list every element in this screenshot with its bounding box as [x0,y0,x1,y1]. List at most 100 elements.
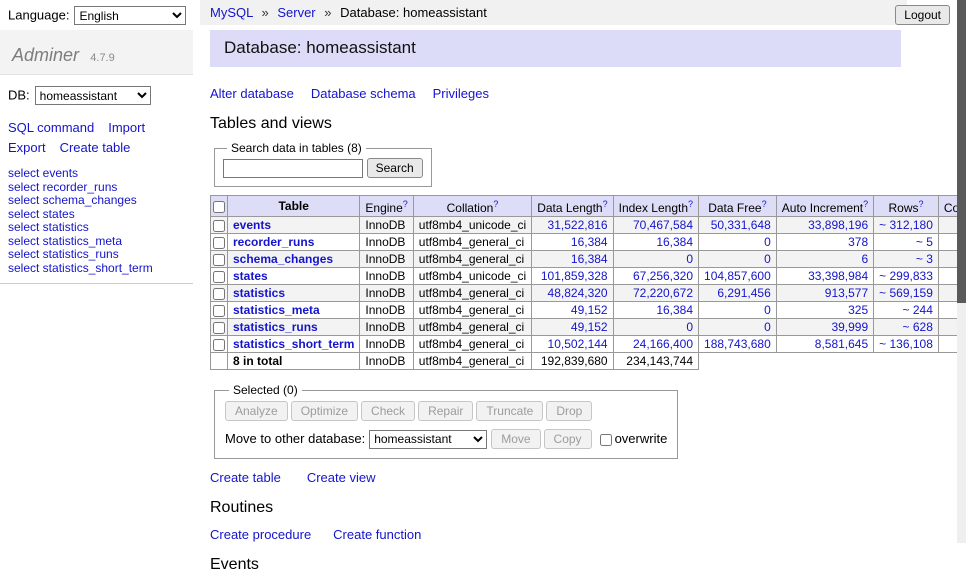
data-length-link[interactable]: 49,152 [571,303,608,317]
data-free-link[interactable]: 0 [764,320,771,334]
rows-count-link[interactable]: ~ 628 [903,320,933,334]
data-length-link[interactable]: 49,152 [571,320,608,334]
select-table-link[interactable]: select states [8,207,75,221]
rows-count-link[interactable]: ~ 312,180 [879,218,933,232]
row-checkbox[interactable] [213,271,225,283]
move-button[interactable]: Move [491,429,540,449]
index-length-link[interactable]: 72,220,672 [633,286,693,300]
bulk-action-button[interactable]: Analyze [225,401,288,421]
logout-button[interactable]: Logout [895,5,950,25]
help-link[interactable]: ? [863,199,868,209]
auto-increment-link[interactable]: 33,898,196 [808,218,868,232]
data-length-link[interactable]: 16,384 [571,252,608,266]
move-db-select[interactable]: homeassistant [369,430,487,449]
index-length-link[interactable]: 16,384 [656,235,693,249]
row-checkbox[interactable] [213,305,225,317]
index-length-link[interactable]: 0 [686,320,693,334]
bulk-action-button[interactable]: Truncate [476,401,543,421]
bulk-action-button[interactable]: Optimize [291,401,358,421]
export-link[interactable]: Export [8,140,46,155]
create-view-link[interactable]: Create view [307,470,376,485]
data-free-link[interactable]: 0 [764,235,771,249]
table-name-link[interactable]: states [233,269,268,283]
select-table-link[interactable]: select statistics_meta [8,234,122,248]
index-length-link[interactable]: 70,467,584 [633,218,693,232]
auto-increment-link[interactable]: 325 [848,303,868,317]
row-checkbox[interactable] [213,288,225,300]
help-link[interactable]: ? [762,199,767,209]
vertical-scrollbar[interactable] [957,0,966,543]
sql-command-link[interactable]: SQL command [8,120,94,135]
create-table-link-sidebar[interactable]: Create table [60,140,131,155]
row-checkbox[interactable] [213,254,225,266]
index-length-link[interactable]: 16,384 [656,303,693,317]
breadcrumb-mysql-link[interactable]: MySQL [210,5,253,20]
auto-increment-link[interactable]: 913,577 [825,286,868,300]
rows-count-link[interactable]: ~ 3 [916,252,933,266]
create-procedure-link[interactable]: Create procedure [210,527,311,542]
search-button[interactable]: Search [367,158,423,178]
index-length-link[interactable]: 24,166,400 [633,337,693,351]
data-length-link[interactable]: 31,522,816 [548,218,608,232]
row-checkbox[interactable] [213,237,225,249]
data-length-link[interactable]: 48,824,320 [548,286,608,300]
table-name-link[interactable]: schema_changes [233,252,333,266]
db-select[interactable]: homeassistant [35,86,151,105]
privileges-link[interactable]: Privileges [433,86,489,101]
breadcrumb-server-link[interactable]: Server [277,5,315,20]
auto-increment-link[interactable]: 8,581,645 [815,337,868,351]
rows-count-link[interactable]: ~ 136,108 [879,337,933,351]
rows-count-link[interactable]: ~ 569,159 [879,286,933,300]
create-function-link[interactable]: Create function [333,527,421,542]
select-table-link[interactable]: select events [8,166,78,180]
bulk-action-button[interactable]: Repair [418,401,473,421]
help-link[interactable]: ? [919,199,924,209]
language-select[interactable]: English [74,6,186,25]
data-length-link[interactable]: 16,384 [571,235,608,249]
overwrite-checkbox[interactable] [600,434,612,446]
scrollbar-thumb[interactable] [957,0,966,303]
database-schema-link[interactable]: Database schema [311,86,416,101]
data-free-link[interactable]: 0 [764,303,771,317]
index-length-link[interactable]: 0 [686,252,693,266]
rows-count-link[interactable]: ~ 299,833 [879,269,933,283]
data-free-link[interactable]: 104,857,600 [704,269,771,283]
data-free-link[interactable]: 50,331,648 [711,218,771,232]
table-name-link[interactable]: statistics_meta [233,303,320,317]
table-name-link[interactable]: statistics_short_term [233,337,354,351]
select-all-checkbox[interactable] [213,201,225,213]
data-length-link[interactable]: 101,859,328 [541,269,608,283]
select-table-link[interactable]: select statistics_short_term [8,261,153,275]
data-length-link[interactable]: 10,502,144 [548,337,608,351]
row-checkbox[interactable] [213,322,225,334]
help-link[interactable]: ? [688,199,693,209]
auto-increment-link[interactable]: 378 [848,235,868,249]
row-checkbox[interactable] [213,339,225,351]
table-name-link[interactable]: events [233,218,271,232]
select-table-link[interactable]: select statistics_runs [8,247,119,261]
data-free-link[interactable]: 188,743,680 [704,337,771,351]
data-free-link[interactable]: 0 [764,252,771,266]
rows-count-link[interactable]: ~ 244 [903,303,933,317]
help-link[interactable]: ? [493,199,498,209]
create-table-link[interactable]: Create table [210,470,281,485]
bulk-action-button[interactable]: Check [361,401,415,421]
rows-count-link[interactable]: ~ 5 [916,235,933,249]
data-free-link[interactable]: 6,291,456 [717,286,770,300]
select-table-link[interactable]: select statistics [8,220,89,234]
table-name-link[interactable]: statistics_runs [233,320,318,334]
alter-database-link[interactable]: Alter database [210,86,294,101]
search-input[interactable] [223,159,363,178]
auto-increment-link[interactable]: 33,398,984 [808,269,868,283]
auto-increment-link[interactable]: 39,999 [831,320,868,334]
help-link[interactable]: ? [603,199,608,209]
row-checkbox[interactable] [213,220,225,232]
help-link[interactable]: ? [403,199,408,209]
table-name-link[interactable]: recorder_runs [233,235,314,249]
bulk-action-button[interactable]: Drop [546,401,592,421]
select-table-link[interactable]: select recorder_runs [8,180,117,194]
table-name-link[interactable]: statistics [233,286,285,300]
import-link[interactable]: Import [108,120,145,135]
auto-increment-link[interactable]: 6 [861,252,868,266]
index-length-link[interactable]: 67,256,320 [633,269,693,283]
